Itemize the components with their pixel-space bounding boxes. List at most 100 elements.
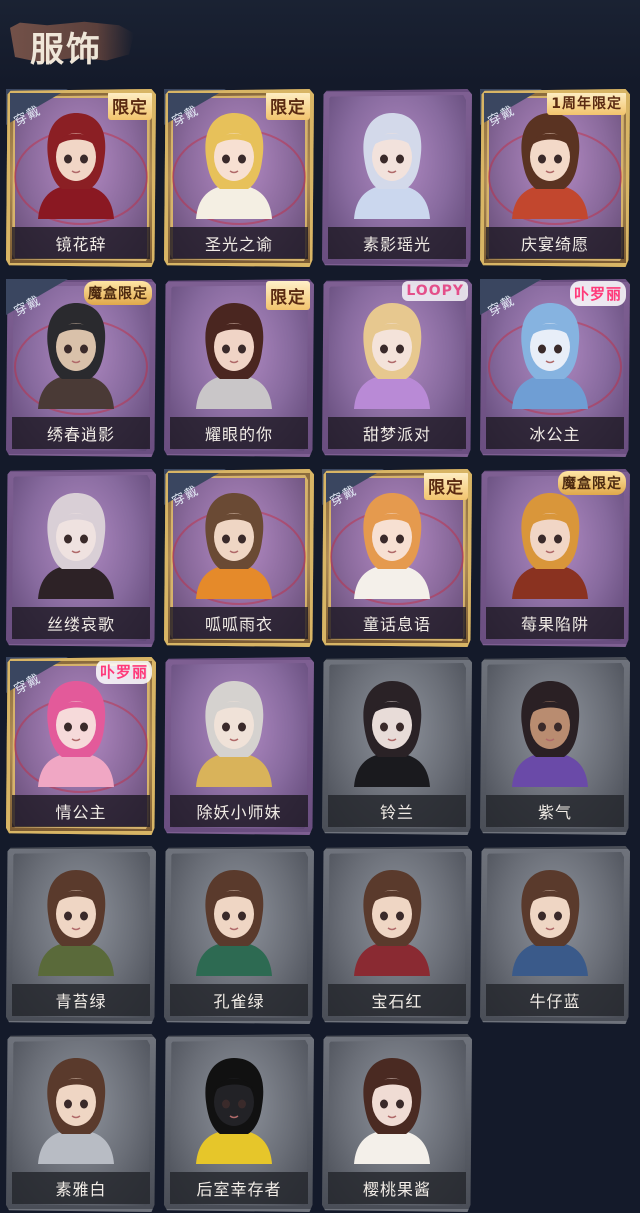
character-portrait-icon [30,864,122,976]
outfit-card[interactable]: 除妖小师妹 [164,657,314,835]
outfit-card[interactable]: 牛仔蓝 [480,846,630,1024]
character-portrait-icon [346,1052,438,1164]
outfit-name-bar: 宝石红 [328,984,466,1016]
outfit-tag-badge: 魔盒限定 [84,281,152,305]
character-portrait-icon [188,487,280,599]
outfit-name: 紫气 [537,803,572,822]
outfit-name: 樱桃果酱 [362,1180,431,1199]
outfit-card[interactable]: 樱桃果酱 [322,1034,472,1212]
character-portrait-icon [188,675,280,787]
outfit-name: 铃兰 [379,803,414,822]
outfit-tag-badge: 限定 [266,281,310,310]
outfit-card[interactable]: 圣光之谕 穿戴 限定 [164,89,314,267]
character-portrait-icon [30,1052,122,1164]
outfit-name: 孔雀绿 [213,992,265,1011]
outfit-card[interactable]: 孔雀绿 [164,846,314,1024]
outfit-name-bar: 圣光之谕 [170,227,308,259]
character-portrait-icon [346,487,438,599]
outfit-name-bar: 樱桃果酱 [328,1172,466,1204]
outfit-card[interactable]: 庆宴绮愿 穿戴 1周年限定 [480,89,630,267]
outfit-card[interactable]: 素影瑶光 [322,89,472,267]
character-portrait-icon [346,675,438,787]
character-portrait-icon [188,864,280,976]
outfit-card[interactable]: 宝石红 [322,846,472,1024]
outfit-tag-badge: 限定 [266,91,310,120]
outfit-tag-badge: 魔盒限定 [558,471,626,495]
character-portrait-icon [504,864,596,976]
outfit-tag-badge: 1周年限定 [547,91,626,115]
outfit-name-bar: 牛仔蓝 [486,984,624,1016]
character-portrait-icon [346,864,438,976]
outfit-card[interactable]: 紫气 [480,657,630,835]
character-portrait-icon [30,297,122,409]
outfit-card[interactable]: 青苔绿 [6,846,156,1024]
outfit-tag-badge: 卟罗丽 [95,659,152,684]
character-portrait-icon [188,107,280,219]
character-portrait-icon [188,297,280,409]
outfit-name-bar: 耀眼的你 [170,417,308,449]
character-portrait-icon [504,107,596,219]
outfit-name-bar: 莓果陷阱 [486,607,624,639]
character-portrait-icon [504,297,596,409]
outfit-name-bar: 素影瑶光 [328,227,466,259]
outfit-name: 呱呱雨衣 [204,615,273,634]
outfit-tag-badge: LOOPY [402,281,468,301]
outfit-tag-badge: 限定 [108,91,152,120]
outfit-name-bar: 除妖小师妹 [170,795,308,827]
outfit-name-bar: 情公主 [12,795,150,827]
outfit-card[interactable]: 素雅白 [6,1034,156,1212]
outfit-card[interactable]: 后室幸存者 [164,1034,314,1212]
outfit-name-bar: 甜梦派对 [328,417,466,449]
outfit-name-bar: 绣春逍影 [12,417,150,449]
outfit-name-bar: 紫气 [486,795,624,827]
outfit-name: 素雅白 [55,1180,107,1199]
character-portrait-icon [30,487,122,599]
outfit-name: 宝石红 [371,992,423,1011]
outfit-name: 耀眼的你 [204,425,273,444]
outfit-name: 童话息语 [362,615,431,634]
outfit-name: 牛仔蓝 [529,992,581,1011]
outfit-name: 后室幸存者 [196,1180,282,1199]
outfit-name: 冰公主 [529,425,581,444]
outfit-card[interactable]: 冰公主 穿戴 卟罗丽 [480,279,630,457]
outfit-name-bar: 铃兰 [328,795,466,827]
outfit-card[interactable]: 丝缕哀歌 [6,469,156,647]
outfit-name-bar: 青苔绿 [12,984,150,1016]
character-portrait-icon [346,297,438,409]
outfit-grid: 镜花辞 穿戴 限定 圣光之谕 穿戴 限定素影瑶光 庆宴绮愿 穿戴 1周年限定绣春逍影 穿戴 魔盒限定… [0,84,640,1213]
outfit-card[interactable]: 绣春逍影 穿戴 魔盒限定 [6,279,156,457]
outfit-name: 青苔绿 [55,992,107,1011]
outfit-tag-badge: 卟罗丽 [569,281,626,306]
outfit-name: 绣春逍影 [46,425,115,444]
outfit-tag-badge: 限定 [424,471,468,500]
character-portrait-icon [30,107,122,219]
outfit-name-bar: 镜花辞 [12,227,150,259]
outfit-name-bar: 丝缕哀歌 [12,607,150,639]
outfit-name-bar: 呱呱雨衣 [170,607,308,639]
outfit-name: 素影瑶光 [362,235,431,254]
header: 服饰 [0,0,640,84]
outfit-name: 丝缕哀歌 [46,615,115,634]
character-portrait-icon [188,1052,280,1164]
outfit-card[interactable]: 情公主 穿戴 卟罗丽 [6,657,156,835]
character-portrait-icon [30,675,122,787]
outfit-name: 甜梦派对 [362,425,431,444]
outfit-card[interactable]: 甜梦派对 LOOPY [322,279,472,457]
outfit-name: 莓果陷阱 [520,615,589,634]
outfit-card[interactable]: 莓果陷阱 魔盒限定 [480,469,630,647]
outfit-name-bar: 冰公主 [486,417,624,449]
outfit-card[interactable]: 镜花辞 穿戴 限定 [6,89,156,267]
outfit-card[interactable]: 铃兰 [322,657,472,835]
outfit-name-bar: 素雅白 [12,1172,150,1204]
character-portrait-icon [504,487,596,599]
character-portrait-icon [346,107,438,219]
character-portrait-icon [504,675,596,787]
outfit-card[interactable]: 耀眼的你 限定 [164,279,314,457]
page-title: 服饰 [30,30,102,70]
outfit-name-bar: 庆宴绮愿 [486,227,624,259]
outfit-card[interactable]: 童话息语 穿戴 限定 [322,469,472,647]
outfit-name-bar: 后室幸存者 [170,1172,308,1204]
outfit-name: 圣光之谕 [204,235,273,254]
outfit-card[interactable]: 呱呱雨衣 穿戴 [164,469,314,647]
outfit-name: 镜花辞 [55,235,107,254]
